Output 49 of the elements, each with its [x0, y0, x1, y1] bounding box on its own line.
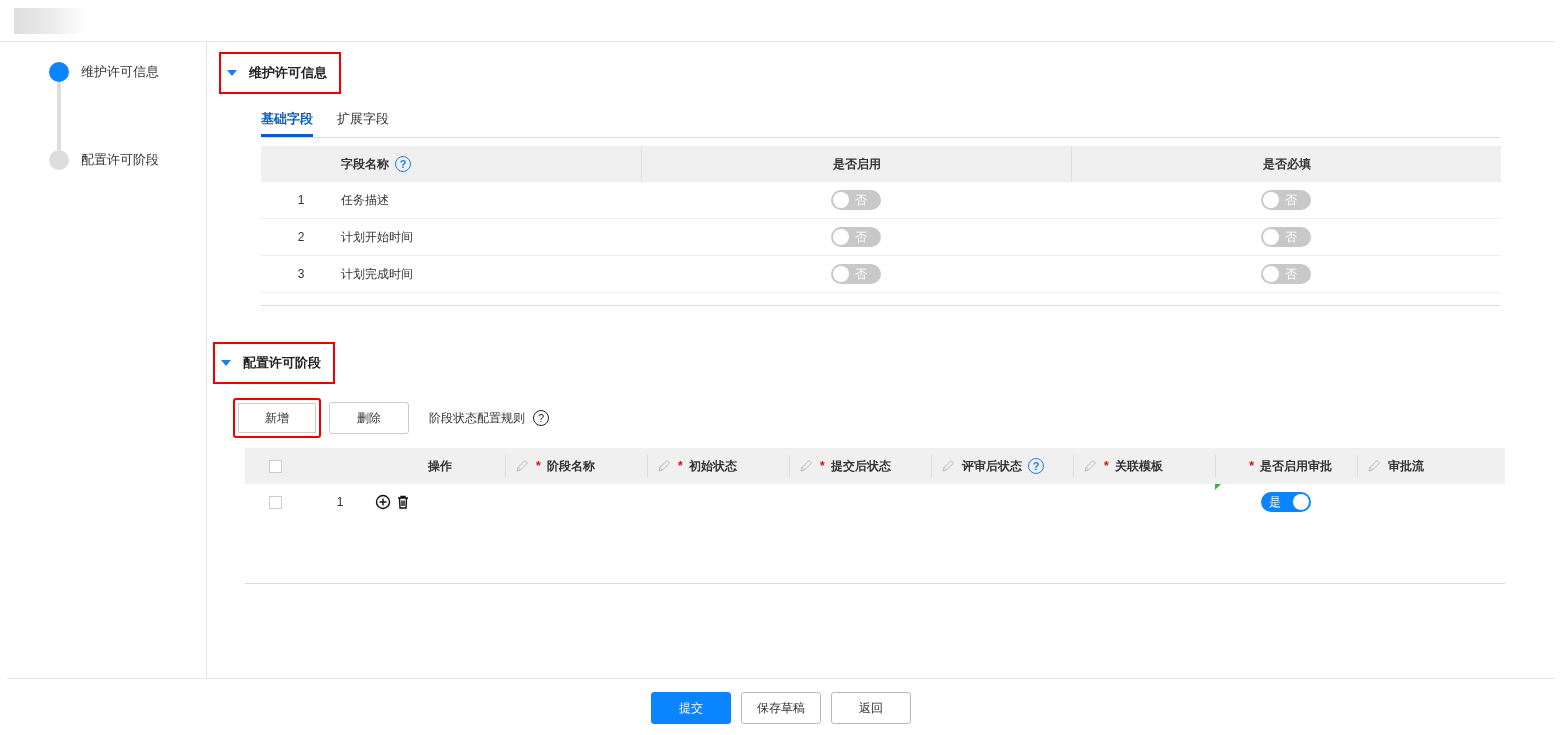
required-mark: *	[820, 459, 825, 473]
pencil-icon	[940, 458, 956, 474]
column-header: 关联模板	[1114, 457, 1163, 475]
step-label[interactable]: 配置许可阶段	[81, 150, 159, 170]
table-cell: 任务描述	[341, 191, 389, 209]
column-header: 阶段名称	[546, 457, 595, 475]
required-mark: *	[1104, 459, 1109, 473]
tab[interactable]: 扩展字段	[337, 106, 389, 137]
pencil-icon	[1366, 458, 1382, 474]
caret-icon	[221, 360, 231, 366]
required-mark: *	[1249, 459, 1254, 473]
column-header: 是否启用	[832, 155, 881, 173]
pencil-icon	[514, 458, 530, 474]
column-header: 审批流	[1388, 457, 1424, 475]
trash-icon[interactable]	[395, 494, 411, 510]
column-header: 是否必填	[1262, 155, 1311, 173]
footer-button[interactable]: 返回	[831, 692, 911, 724]
row-checkbox[interactable]	[268, 495, 282, 509]
section-header[interactable]: 维护许可信息	[219, 52, 341, 94]
step-connector	[57, 82, 61, 150]
toolbar-button[interactable]: 删除	[329, 402, 409, 434]
tab[interactable]: 基础字段	[261, 106, 313, 137]
column-header: 提交后状态	[830, 457, 891, 475]
column-header: 是否启用审批	[1259, 457, 1332, 475]
caret-icon	[227, 70, 237, 76]
pencil-icon	[656, 458, 672, 474]
column-header: 操作	[428, 457, 452, 475]
add-icon[interactable]	[375, 494, 391, 510]
required-mark: *	[678, 459, 683, 473]
pencil-icon	[798, 458, 814, 474]
footer-button[interactable]: 保存草稿	[741, 692, 821, 724]
column-header: 字段名称	[341, 155, 389, 173]
column-header: 评审后状态	[962, 457, 1022, 475]
pencil-icon	[1082, 458, 1098, 474]
step-label[interactable]: 维护许可信息	[81, 62, 159, 82]
toggle-switch[interactable]: 是	[1261, 492, 1311, 512]
table-cell: 计划开始时间	[341, 228, 413, 246]
rule-label: 阶段状态配置规则	[429, 409, 525, 427]
section-header[interactable]: 配置许可阶段	[213, 342, 335, 384]
row-number: 1	[336, 495, 344, 509]
row-number: 2	[297, 230, 305, 244]
select-all-checkbox[interactable]	[268, 459, 282, 473]
column-header: 初始状态	[688, 457, 737, 475]
toolbar-button[interactable]: 新增	[233, 398, 321, 438]
row-number: 1	[297, 193, 305, 207]
row-number: 3	[297, 267, 305, 281]
footer-button[interactable]: 提交	[651, 692, 731, 724]
required-mark: *	[536, 459, 541, 473]
table-cell: 计划完成时间	[341, 265, 413, 283]
